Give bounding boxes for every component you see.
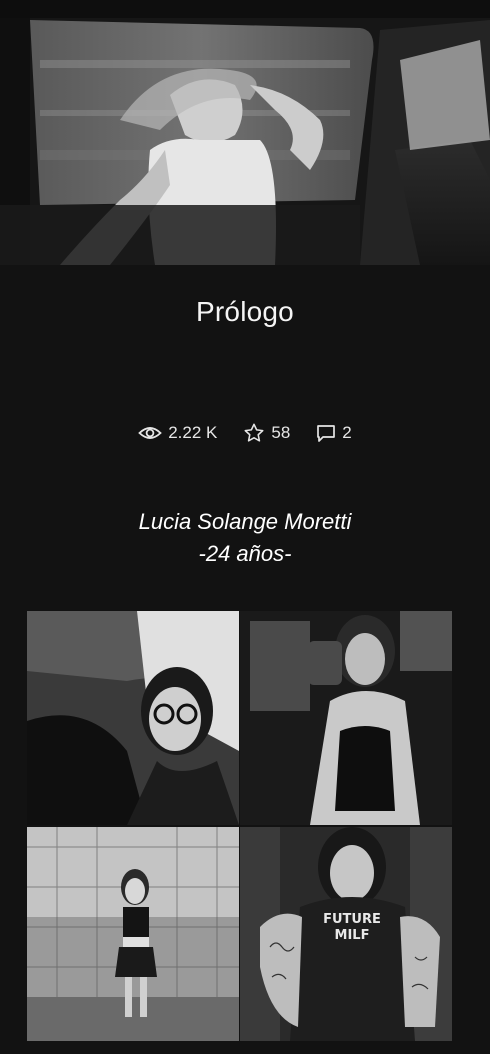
- views-count: 2.22 K: [168, 423, 218, 442]
- character-name: Lucia Solange Moretti: [138, 509, 352, 534]
- vote-button[interactable]: 58: [243, 422, 290, 444]
- chapter-cover-image: [0, 0, 490, 265]
- chapter-title: Prólogo: [196, 296, 294, 327]
- collage-photo-2: [240, 611, 452, 825]
- eye-icon: [138, 424, 163, 442]
- character-age: -24 años-: [198, 541, 292, 566]
- character-intro: Lucia Solange Moretti -24 años-: [0, 506, 490, 570]
- collage-photo-4: FUTURE MILF: [240, 827, 452, 1041]
- character-photo-collage: FUTURE MILF: [27, 611, 452, 1041]
- comments-button[interactable]: 2: [316, 423, 352, 443]
- collage-photo-1: [27, 611, 239, 825]
- svg-text:FUTURE: FUTURE: [323, 912, 381, 927]
- collage-photo-3: [27, 827, 239, 1041]
- comments-count: 2: [342, 423, 352, 442]
- chapter-stats: 2.22 K 58 2: [0, 422, 490, 444]
- votes-count: 58: [271, 423, 291, 442]
- svg-text:MILF: MILF: [335, 928, 370, 943]
- star-icon: [243, 422, 265, 444]
- comment-icon: [316, 423, 336, 443]
- views-stat: 2.22 K: [138, 423, 217, 443]
